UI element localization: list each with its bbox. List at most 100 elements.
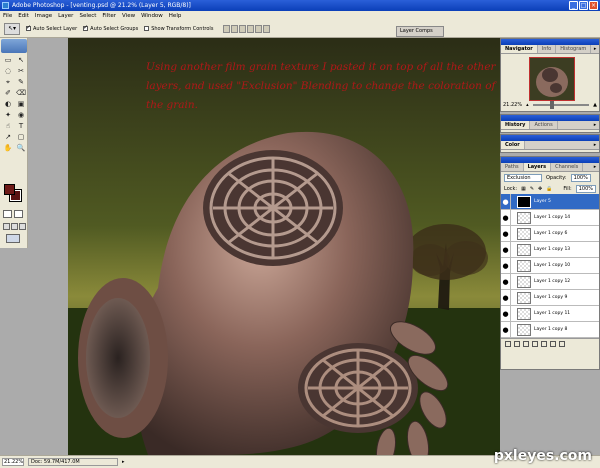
jump-to-imageready-icon[interactable] — [6, 234, 20, 243]
menu-layer[interactable]: Layer — [58, 13, 73, 19]
menu-image[interactable]: Image — [35, 13, 52, 19]
hand-tool-icon[interactable]: ✋ — [2, 143, 14, 153]
menu-select[interactable]: Select — [79, 13, 96, 19]
close-button[interactable]: × — [589, 1, 598, 10]
tab-paths[interactable]: Paths — [501, 163, 524, 171]
eye-icon[interactable]: ● — [501, 194, 511, 209]
eraser-tool-icon[interactable]: ⌫ — [15, 88, 27, 98]
align-center-icon[interactable] — [255, 25, 263, 33]
add-mask-icon[interactable] — [523, 340, 529, 347]
dodge-tool-icon[interactable]: ◐ — [2, 99, 14, 109]
tab-channels[interactable]: Channels — [551, 163, 584, 171]
tool-preset-picker[interactable]: ↖▾ — [4, 23, 20, 35]
navigator-zoom-slider[interactable] — [532, 101, 590, 109]
align-top-icon[interactable] — [223, 25, 231, 33]
eye-icon[interactable]: ● — [501, 226, 511, 241]
pen-tool-icon[interactable]: ☝ — [2, 121, 14, 131]
standard-mode-icon[interactable] — [3, 210, 12, 218]
menu-edit[interactable]: Edit — [18, 13, 29, 19]
adjustment-layer-icon[interactable] — [532, 340, 538, 347]
tab-histogram[interactable]: Histogram — [556, 45, 592, 53]
navigator-zoom-value[interactable]: 21.22% — [503, 102, 522, 108]
marquee-tool-icon[interactable]: ▭ — [2, 55, 14, 65]
menu-view[interactable]: View — [122, 13, 135, 19]
show-transform-controls-checkbox[interactable]: Show Transform Controls — [144, 26, 213, 32]
menu-help[interactable]: Help — [169, 13, 182, 19]
status-zoom-field[interactable]: 21.22% — [2, 458, 24, 466]
tab-history[interactable]: History — [501, 121, 531, 129]
zoom-tool-icon[interactable]: 🔍 — [15, 143, 27, 153]
slider-knob[interactable] — [549, 101, 554, 109]
zoom-in-icon[interactable]: ▲ — [593, 102, 597, 108]
eye-icon[interactable]: ● — [501, 210, 511, 225]
tab-actions[interactable]: Actions — [530, 121, 558, 129]
panel-menu-icon[interactable]: ▸ — [591, 45, 599, 53]
shape-tool-icon[interactable]: ▢ — [15, 132, 27, 142]
eye-icon[interactable]: ● — [501, 242, 511, 257]
menu-window[interactable]: Window — [141, 13, 163, 19]
link-layers-icon[interactable] — [505, 340, 511, 347]
crop-tool-icon[interactable]: ✂ — [15, 66, 27, 76]
lasso-tool-icon[interactable]: ◌ — [2, 66, 14, 76]
new-layer-icon[interactable] — [550, 340, 556, 347]
layer-row[interactable]: ● Layer 1 copy 14 — [501, 210, 599, 226]
eye-icon[interactable]: ● — [501, 274, 511, 289]
align-left-icon[interactable] — [247, 25, 255, 33]
opacity-input[interactable]: 100% — [570, 173, 591, 182]
align-middle-icon[interactable] — [231, 25, 239, 33]
foreground-color-swatch[interactable] — [4, 184, 15, 195]
status-menu-arrow-icon[interactable]: ▸ — [122, 459, 125, 465]
layer-row[interactable]: ● Layer 1 copy 8 — [501, 322, 599, 338]
blur-tool-icon[interactable]: ✦ — [2, 110, 14, 120]
history-brush-tool-icon[interactable]: ✐ — [2, 88, 14, 98]
brush-tool-icon[interactable]: ✎ — [15, 77, 27, 87]
layer-comps-tab[interactable]: Layer Comps — [396, 26, 444, 37]
path-select-tool-icon[interactable]: ↗ — [2, 132, 14, 142]
document-canvas[interactable]: Using another film grain texture I paste… — [68, 38, 500, 455]
layer-row[interactable]: ● Layer 1 copy 12 — [501, 274, 599, 290]
blend-mode-select[interactable]: Exclusion — [504, 173, 542, 182]
lock-image-icon[interactable]: ✎ — [530, 186, 534, 192]
eye-icon[interactable]: ● — [501, 290, 511, 305]
auto-select-layer-checkbox[interactable]: Auto Select Layer — [26, 24, 77, 32]
eye-icon[interactable]: ● — [501, 258, 511, 273]
tab-info[interactable]: Info — [538, 45, 557, 53]
navigator-thumbnail[interactable] — [529, 57, 575, 101]
tab-navigator[interactable]: Navigator — [501, 45, 538, 53]
delete-layer-icon[interactable] — [559, 340, 565, 347]
panel-menu-icon[interactable]: ▸ — [591, 121, 599, 129]
align-bottom-icon[interactable] — [239, 25, 247, 33]
auto-select-groups-checkbox[interactable]: Auto Select Groups — [83, 24, 138, 32]
maximize-button[interactable]: □ — [579, 1, 588, 10]
lock-all-icon[interactable]: 🔒 — [546, 186, 552, 192]
type-tool-icon[interactable]: T — [15, 121, 27, 131]
standard-screen-icon[interactable] — [3, 223, 10, 230]
layer-row[interactable]: ● Layer 1 copy 9 — [501, 290, 599, 306]
healing-tool-icon[interactable]: ⌖ — [2, 77, 14, 87]
fill-input[interactable]: 100% — [575, 184, 596, 193]
lock-position-icon[interactable]: ✥ — [538, 186, 542, 192]
full-screen-icon[interactable] — [19, 223, 26, 230]
panel-menu-icon[interactable]: ▸ — [591, 163, 599, 171]
zoom-out-icon[interactable]: ▴ — [526, 102, 529, 108]
eye-icon[interactable]: ● — [501, 322, 511, 337]
doc-size-info[interactable]: Doc: 59.7M/417.0M — [28, 458, 118, 466]
tab-layers[interactable]: Layers — [523, 163, 552, 171]
layer-row[interactable]: ● Layer 5 — [501, 194, 599, 210]
align-right-icon[interactable] — [263, 25, 271, 33]
new-group-icon[interactable] — [541, 340, 547, 347]
panel-menu-icon[interactable]: ▸ — [591, 141, 599, 149]
layer-row[interactable]: ● Layer 1 copy 6 — [501, 226, 599, 242]
sponge-tool-icon[interactable]: ◉ — [15, 110, 27, 120]
layer-row[interactable]: ● Layer 1 copy 11 — [501, 306, 599, 322]
minimize-button[interactable]: _ — [569, 1, 578, 10]
gradient-tool-icon[interactable]: ▣ — [15, 99, 27, 109]
move-tool-icon[interactable]: ↖ — [15, 55, 27, 65]
full-screen-menu-icon[interactable] — [11, 223, 18, 230]
photoshop-logo[interactable] — [1, 39, 27, 53]
tab-color[interactable]: Color — [501, 141, 525, 149]
layer-row[interactable]: ● Layer 1 copy 13 — [501, 242, 599, 258]
lock-transparency-icon[interactable]: ▦ — [521, 186, 526, 192]
layer-row[interactable]: ● Layer 1 copy 10 — [501, 258, 599, 274]
eye-icon[interactable]: ● — [501, 306, 511, 321]
